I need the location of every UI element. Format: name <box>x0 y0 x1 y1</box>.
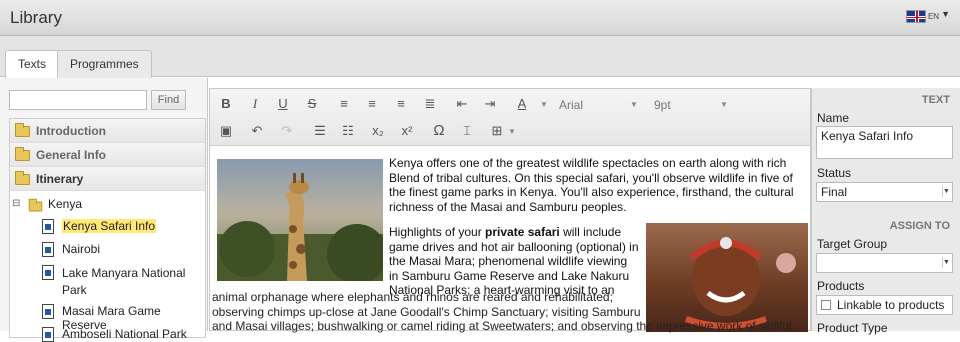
align-right-icon[interactable]: ≡ <box>391 94 411 114</box>
collapse-icon[interactable]: ⊟ <box>12 198 20 209</box>
find-button[interactable]: Find <box>151 90 186 110</box>
italic-icon[interactable]: I <box>245 94 265 114</box>
folder-introduction[interactable]: Introduction <box>10 119 205 143</box>
target-group-label: Target Group <box>817 237 888 251</box>
chevron-down-icon[interactable]: ▼ <box>540 100 548 109</box>
font-size-select[interactable]: 9pt <box>654 98 671 112</box>
underline-icon[interactable]: U <box>273 94 293 114</box>
language-code: EN <box>927 12 940 21</box>
library-tree: Introduction General Info Itinerary ⊟ Ke… <box>9 118 206 342</box>
rich-text-editor: B I U S ≡ ≡ ≡ ≣ ⇤ ⇥ A ▼ Arial ▼ 9pt ▼ ▣ … <box>209 88 811 333</box>
target-group-select[interactable]: ▼ <box>816 253 953 273</box>
product-type-label: Product Type <box>817 321 888 335</box>
superscript-icon[interactable]: x² <box>397 121 417 141</box>
tree-item-kenya-safari-info[interactable]: Kenya Safari Info <box>62 219 157 233</box>
justify-icon[interactable]: ≣ <box>420 94 440 114</box>
chevron-down-icon: ▼ <box>941 8 950 19</box>
text-section-header: TEXT <box>921 94 950 106</box>
chevron-down-icon: ▼ <box>942 186 950 197</box>
folder-open-icon <box>15 171 30 185</box>
tree-item-lake-manyara[interactable]: Lake Manyara National Park <box>62 265 202 299</box>
paragraph-highlights: Highlights of your private safari will i… <box>389 225 639 297</box>
chevron-down-icon[interactable]: ▼ <box>630 100 638 109</box>
page-break-icon[interactable]: ⌶ <box>457 121 477 141</box>
chevron-down-icon[interactable]: ▼ <box>508 127 516 136</box>
document-icon <box>42 304 54 319</box>
bullet-list-icon[interactable]: ☰ <box>310 121 330 141</box>
special-character-icon[interactable]: Ω <box>429 121 449 141</box>
align-center-icon[interactable]: ≡ <box>362 94 382 114</box>
paragraph-intro: Kenya offers one of the greatest wildlif… <box>389 156 794 214</box>
document-icon <box>42 242 54 257</box>
linkable-to-products[interactable]: Linkable to products <box>816 295 953 315</box>
properties-panel: TEXT Name Kenya Safari Info Status Final… <box>811 88 960 335</box>
numbered-list-icon[interactable]: ☷ <box>338 121 358 141</box>
chevron-down-icon: ▼ <box>942 257 950 268</box>
outdent-icon[interactable]: ⇤ <box>452 94 472 114</box>
folder-icon <box>15 147 30 161</box>
undo-icon[interactable]: ↶ <box>247 121 267 141</box>
title-bar: Library EN ▼ <box>0 0 960 36</box>
document-icon <box>42 327 54 342</box>
status-select[interactable]: Final ▼ <box>816 182 953 202</box>
folder-open-icon <box>28 198 43 212</box>
document-icon <box>42 219 54 234</box>
folder-general-info[interactable]: General Info <box>10 143 205 167</box>
checkbox[interactable] <box>821 300 831 310</box>
tab-programmes[interactable]: Programmes <box>57 50 152 78</box>
assign-section-header: ASSIGN TO <box>889 220 950 232</box>
strikethrough-icon[interactable]: S <box>302 94 322 114</box>
language-selector[interactable]: EN ▼ <box>905 8 950 23</box>
name-field[interactable]: Kenya Safari Info <box>816 126 953 159</box>
chevron-down-icon[interactable]: ▼ <box>720 100 728 109</box>
search-input[interactable] <box>9 90 147 110</box>
folder-itinerary[interactable]: Itinerary <box>10 167 205 191</box>
status-label: Status <box>817 166 852 180</box>
editor-toolbar: B I U S ≡ ≡ ≡ ≣ ⇤ ⇥ A ▼ Arial ▼ 9pt ▼ ▣ … <box>210 89 810 146</box>
tab-texts[interactable]: Texts <box>5 50 60 78</box>
indent-icon[interactable]: ⇥ <box>480 94 500 114</box>
products-label: Products <box>817 279 865 293</box>
tab-bar: Texts Programmes <box>0 36 960 78</box>
tree-item-nairobi[interactable]: Nairobi <box>62 242 100 256</box>
align-left-icon[interactable]: ≡ <box>334 94 354 114</box>
text-color-icon[interactable]: A <box>512 94 532 114</box>
bold-icon[interactable]: B <box>216 94 236 114</box>
image-icon[interactable]: ▣ <box>216 121 236 141</box>
subscript-icon[interactable]: x₂ <box>368 121 388 141</box>
app-title: Library <box>10 8 62 27</box>
uk-flag-icon <box>905 10 926 23</box>
redo-icon[interactable]: ↷ <box>277 121 297 141</box>
document-icon <box>42 265 54 280</box>
name-label: Name <box>817 111 850 125</box>
table-icon[interactable]: ⊞ <box>487 121 507 141</box>
folder-icon <box>15 123 30 137</box>
giraffe-image <box>217 159 383 281</box>
tree-node-kenya[interactable]: Kenya <box>48 197 82 211</box>
paragraph-continuation: animal orphanage where elephants and rhi… <box>212 290 792 333</box>
tree-item-amboseli[interactable]: Amboseli National Park <box>62 327 187 341</box>
font-family-select[interactable]: Arial <box>559 98 583 112</box>
left-panel: Find Introduction General Info Itinerary… <box>0 78 208 342</box>
